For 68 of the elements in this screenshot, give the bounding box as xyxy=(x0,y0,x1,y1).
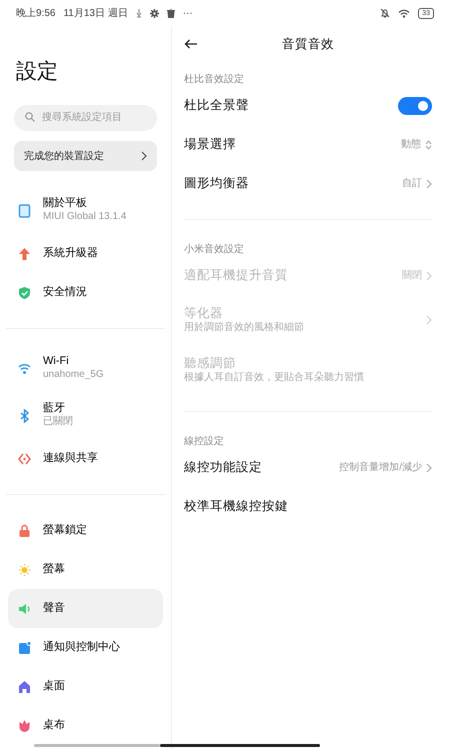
up-arrow-icon xyxy=(18,246,31,260)
chevron-right-icon xyxy=(426,178,432,188)
status-date: 11月13日 週日 xyxy=(63,6,128,20)
wifi-icon xyxy=(18,362,31,376)
settings-row[interactable]: 線控功能設定 控制音量增加/減少 xyxy=(184,448,432,487)
settings-row[interactable]: 場景選擇 動態 xyxy=(184,125,432,164)
chevron-right-icon xyxy=(426,462,432,472)
tablet-icon xyxy=(18,204,31,218)
notification-icon xyxy=(18,640,31,654)
lock-icon xyxy=(18,524,31,538)
toggle-switch[interactable] xyxy=(398,96,432,114)
row-value: 動態 xyxy=(401,138,421,152)
sidebar-item[interactable]: 桌布 xyxy=(8,706,163,745)
sidebar-item[interactable]: 藍牙 已關閉 xyxy=(8,392,163,439)
sidebar-item[interactable]: 安全情況 xyxy=(8,273,163,312)
section-header: 線控設定 xyxy=(184,434,225,448)
item-label: Wi-Fi xyxy=(43,355,70,370)
sun-icon xyxy=(18,562,31,576)
setup-card[interactable]: 完成您的裝置設定 xyxy=(14,141,157,171)
back-arrow-icon[interactable] xyxy=(184,39,198,49)
chevron-right-icon xyxy=(141,151,147,161)
sidebar-item[interactable]: 桌面 xyxy=(8,667,163,706)
settings-title: 設定 xyxy=(16,59,59,85)
bell-muted-icon xyxy=(380,8,390,18)
row-value: 關閉 xyxy=(402,269,422,283)
trash-icon xyxy=(166,8,175,18)
up-down-chevron-icon xyxy=(425,140,432,150)
sidebar-item[interactable]: 關於平板 MIUI Global 13.1.4 xyxy=(8,187,163,234)
item-subtitle: MIUI Global 13.1.4 xyxy=(43,211,126,224)
page-title: 音質音效 xyxy=(282,36,334,53)
row-value: 自訂 xyxy=(402,176,422,191)
status-more: ··· xyxy=(182,6,193,20)
search-icon xyxy=(25,112,35,122)
section-header: 小米音效設定 xyxy=(184,242,245,256)
tulip-icon xyxy=(18,718,31,732)
status-time: 晚上9:56 xyxy=(16,6,56,20)
sidebar-item[interactable]: 螢幕 xyxy=(8,550,163,589)
sidebar-item[interactable]: 連線與共享 xyxy=(8,439,163,478)
item-subtitle: 已關閉 xyxy=(43,416,73,429)
section-header: 杜比音效設定 xyxy=(184,72,245,86)
chevron-right-icon xyxy=(426,315,432,325)
shield-icon xyxy=(18,286,31,300)
settings-row[interactable]: 圖形均衡器 自訂 xyxy=(184,164,432,203)
wifi-icon xyxy=(398,8,410,18)
sidebar-item[interactable]: Wi-Fi unahome_5G xyxy=(8,345,163,392)
sidebar-item[interactable]: 系統升級器 xyxy=(8,234,163,273)
speaker-icon xyxy=(18,602,31,616)
settings-row: 適配耳機提升音質 關閉 xyxy=(184,256,432,295)
chevron-right-icon xyxy=(426,270,432,280)
download-icon xyxy=(136,8,142,18)
share-icon xyxy=(18,452,31,466)
settings-row[interactable]: 校準耳機線控按鍵 xyxy=(184,487,432,526)
item-label: 關於平板 xyxy=(43,197,88,212)
row-value: 控制音量增加/減少 xyxy=(339,460,422,475)
item-label: 藍牙 xyxy=(43,402,66,416)
row-label: 聽感調節 xyxy=(184,356,237,372)
bluetooth-icon xyxy=(18,408,31,422)
row-label: 等化器 xyxy=(184,306,224,322)
row-subtitle: 根據人耳自訂音效，更貼合耳朵聽力習慣 xyxy=(184,372,364,384)
sidebar-item[interactable]: 聲音 xyxy=(8,589,163,628)
search-field[interactable]: 搜尋系統設定項目 xyxy=(14,104,157,130)
home-icon xyxy=(18,680,31,694)
item-subtitle: unahome_5G xyxy=(43,369,104,382)
gear-icon xyxy=(150,8,159,18)
sidebar-item[interactable]: 通知與控制中心 xyxy=(8,628,163,667)
settings-row[interactable]: 杜比全景聲 xyxy=(184,86,432,125)
row-subtitle: 用於調節音效的風格和細節 xyxy=(184,322,304,334)
sidebar-item[interactable]: 螢幕鎖定 xyxy=(8,511,163,550)
